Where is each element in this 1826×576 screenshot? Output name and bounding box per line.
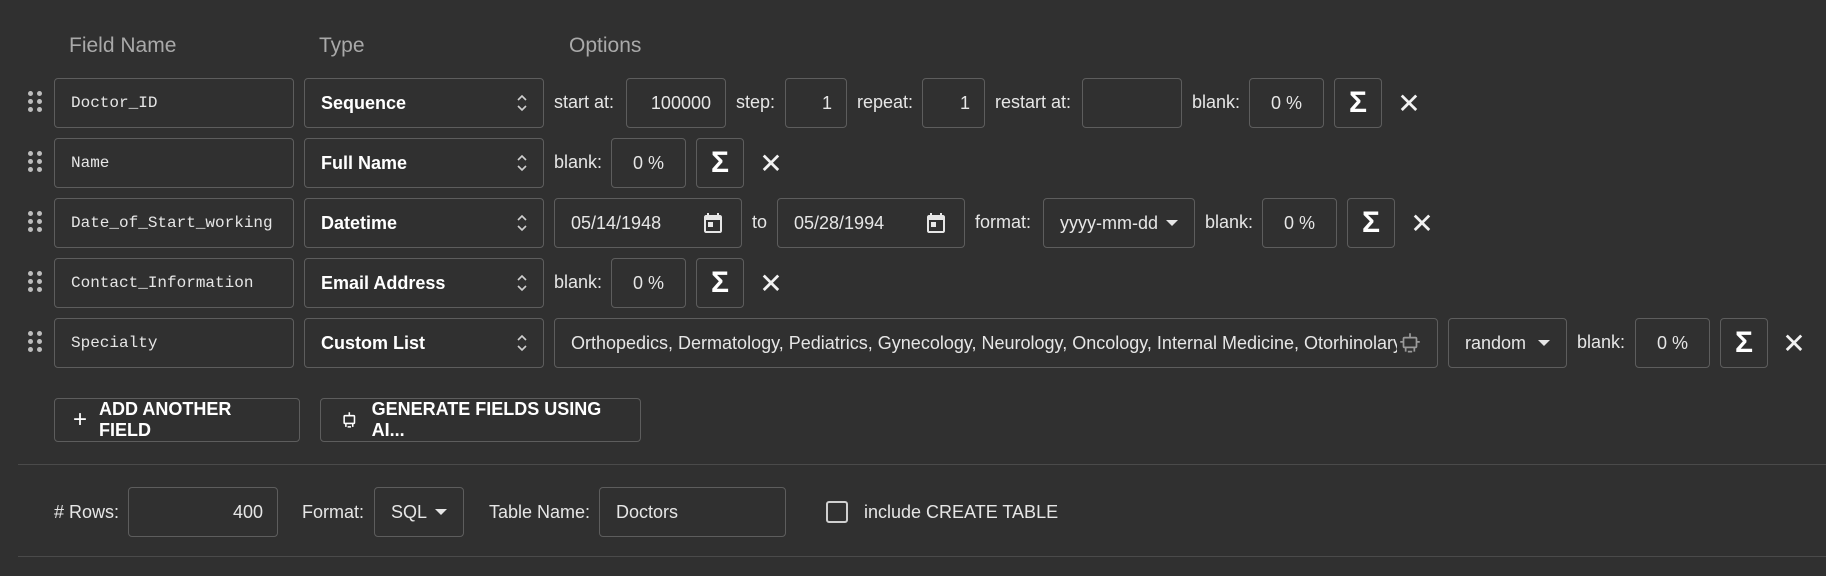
add-field-button[interactable]: + ADD ANOTHER FIELD [54, 398, 300, 442]
close-icon[interactable]: ✕ [756, 268, 786, 299]
sigma-icon[interactable]: Σ [1334, 78, 1382, 128]
repeat-label: repeat: [857, 92, 914, 112]
type-label: Custom List [321, 332, 426, 353]
start-at-input[interactable]: 100000 [626, 78, 726, 128]
type-selector[interactable]: Sequence [304, 78, 544, 128]
sigma-icon[interactable]: Σ [1720, 318, 1768, 368]
type-selector[interactable]: Custom List [304, 318, 544, 368]
robot-icon[interactable] [1397, 330, 1423, 356]
divider [18, 556, 1826, 557]
drag-handle-icon[interactable] [28, 211, 42, 235]
generate-ai-button[interactable]: GENERATE FIELDS USING AI... [320, 398, 641, 442]
order-value: random [1465, 332, 1527, 353]
drag-handle-icon[interactable] [28, 151, 42, 175]
repeat-input[interactable]: 1 [922, 78, 985, 128]
add-field-label: ADD ANOTHER FIELD [99, 399, 232, 440]
robot-icon [343, 412, 356, 428]
calendar-icon[interactable] [701, 211, 725, 235]
type-label: Datetime [321, 212, 398, 233]
unfold-icon [517, 273, 527, 293]
close-icon[interactable]: ✕ [1394, 88, 1424, 119]
unfold-icon [517, 93, 527, 113]
rows-input[interactable]: 400 [128, 487, 278, 537]
custom-list-input[interactable]: Orthopedics, Dermatology, Pediatrics, Gy… [554, 318, 1438, 368]
unfold-icon [517, 213, 527, 233]
create-table-label: include CREATE TABLE [864, 502, 1059, 522]
close-icon[interactable]: ✕ [1779, 328, 1809, 359]
date-format-select[interactable]: yyyy-mm-dd [1043, 198, 1195, 248]
divider [18, 464, 1826, 465]
sigma-icon[interactable]: Σ [696, 258, 744, 308]
unfold-icon [517, 333, 527, 353]
drag-handle-icon[interactable] [28, 91, 42, 115]
blank-label: blank: [1192, 92, 1241, 112]
blank-input[interactable]: 0 % [611, 258, 686, 308]
caret-down-icon [435, 509, 447, 515]
calendar-icon[interactable] [924, 211, 948, 235]
type-label: Sequence [321, 92, 407, 113]
table-name-label: Table Name: [489, 502, 591, 522]
create-table-checkbox[interactable] [826, 501, 848, 523]
sigma-icon[interactable]: Σ [696, 138, 744, 188]
caret-down-icon [1166, 220, 1178, 226]
field-name-input[interactable]: Doctor_ID [54, 78, 294, 128]
date-from-input[interactable]: 05/14/1948 [554, 198, 742, 248]
date-to-value: 05/28/1994 [794, 212, 885, 233]
table-name-input[interactable]: Doctors [599, 487, 786, 537]
blank-label: blank: [554, 272, 603, 292]
date-to-input[interactable]: 05/28/1994 [777, 198, 965, 248]
field-name-input[interactable]: Name [54, 138, 294, 188]
header-options: Options [569, 34, 642, 57]
type-selector[interactable]: Full Name [304, 138, 544, 188]
header-type: Type [319, 34, 365, 57]
type-label: Email Address [321, 272, 446, 293]
caret-down-icon [1538, 340, 1550, 346]
blank-input[interactable]: 0 % [611, 138, 686, 188]
blank-input[interactable]: 0 % [1635, 318, 1710, 368]
date-from-value: 05/14/1948 [571, 212, 662, 233]
step-label: step: [736, 92, 776, 112]
field-name-input[interactable]: Contact_Information [54, 258, 294, 308]
blank-label: blank: [1205, 212, 1254, 232]
drag-handle-icon[interactable] [28, 331, 42, 355]
field-name-input[interactable]: Specialty [54, 318, 294, 368]
unfold-icon [517, 153, 527, 173]
blank-input[interactable]: 0 % [1262, 198, 1337, 248]
output-format-value: SQL [391, 501, 428, 522]
blank-label: blank: [554, 152, 603, 172]
step-input[interactable]: 1 [785, 78, 847, 128]
format-label: Format: [302, 502, 365, 522]
header-field-name: Field Name [69, 34, 177, 57]
rows-label: # Rows: [54, 502, 120, 522]
restart-at-input[interactable] [1082, 78, 1182, 128]
field-name-input[interactable]: Date_of_Start_working [54, 198, 294, 248]
drag-handle-icon[interactable] [28, 271, 42, 295]
sigma-icon[interactable]: Σ [1347, 198, 1395, 248]
blank-label: blank: [1577, 332, 1626, 352]
type-selector[interactable]: Email Address [304, 258, 544, 308]
blank-input[interactable]: 0 % [1249, 78, 1324, 128]
type-label: Full Name [321, 152, 408, 173]
to-label: to [752, 212, 768, 232]
close-icon[interactable]: ✕ [1407, 208, 1437, 239]
generate-ai-label: GENERATE FIELDS USING AI... [371, 399, 602, 440]
start-at-label: start at: [554, 92, 615, 112]
close-icon[interactable]: ✕ [756, 148, 786, 179]
format-label: format: [975, 212, 1032, 232]
restart-at-label: restart at: [995, 92, 1072, 112]
order-select[interactable]: random [1448, 318, 1567, 368]
plus-icon: + [73, 406, 88, 433]
date-format-value: yyyy-mm-dd [1060, 212, 1158, 233]
output-format-select[interactable]: SQL [374, 487, 464, 537]
custom-list-values: Orthopedics, Dermatology, Pediatrics, Gy… [571, 332, 1397, 353]
type-selector[interactable]: Datetime [304, 198, 544, 248]
